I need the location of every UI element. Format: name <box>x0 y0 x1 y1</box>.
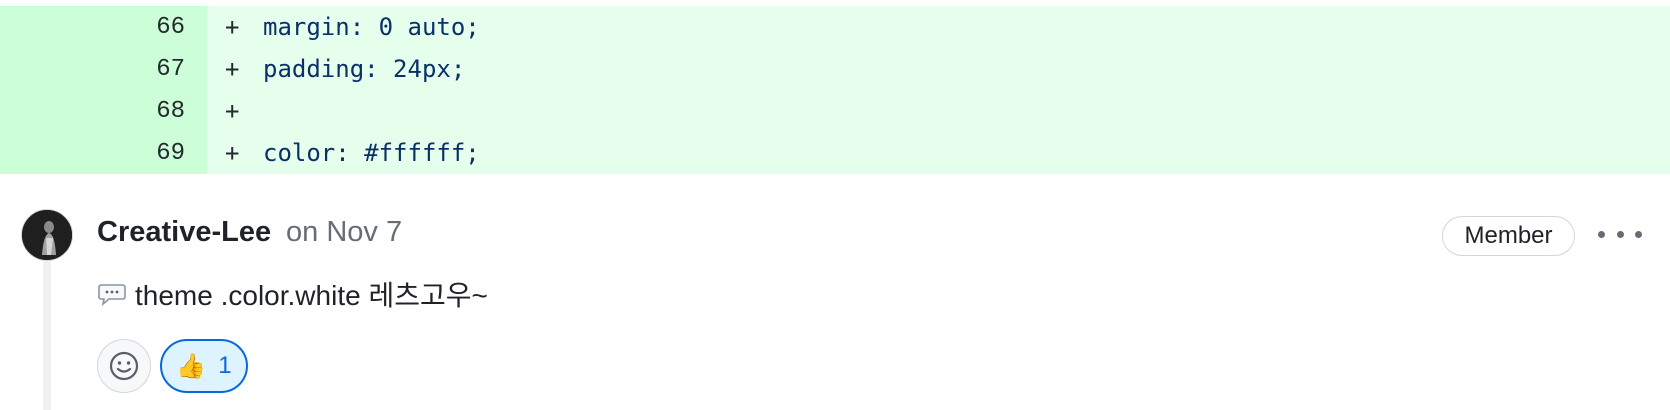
code-line: + padding: 24px; <box>207 48 1670 90</box>
added-marker: + <box>225 13 240 41</box>
line-number[interactable]: 69 <box>0 132 207 174</box>
speech-bubble-icon <box>98 284 126 307</box>
comment-date[interactable]: on Nov 7 <box>286 216 402 249</box>
dot <box>1616 230 1624 238</box>
line-number[interactable]: 66 <box>0 6 207 48</box>
diff-line: 66 + margin: 0 auto; <box>0 6 1670 48</box>
added-marker: + <box>225 55 240 83</box>
smiley-icon <box>109 351 139 381</box>
member-badge: Member <box>1442 216 1575 256</box>
code-text: margin: 0 auto; <box>263 13 480 41</box>
code-text: padding: 24px; <box>263 55 466 83</box>
code-text: color: #ffffff; <box>263 139 480 167</box>
code-line: + color: #ffffff; <box>207 132 1670 174</box>
avatar-image <box>22 210 72 260</box>
avatar[interactable] <box>21 209 73 261</box>
diff-line: 68 + <box>0 90 1670 132</box>
dot <box>1635 230 1642 238</box>
diff-line: 67 + padding: 24px; <box>0 48 1670 90</box>
comment-author[interactable]: Creative-Lee <box>97 216 271 249</box>
comment-text: theme .color.white 레츠고우~ <box>135 280 488 311</box>
kebab-menu-icon[interactable] <box>1598 222 1642 246</box>
diff-line: 69 + color: #ffffff; <box>0 132 1670 174</box>
line-number[interactable]: 68 <box>0 90 207 132</box>
code-line: + <box>207 90 1670 132</box>
line-number[interactable]: 67 <box>0 48 207 90</box>
thumbs-up-reaction-button[interactable]: 👍 1 <box>160 339 248 393</box>
added-marker: + <box>225 97 240 125</box>
add-reaction-button[interactable] <box>97 339 151 393</box>
code-line: + margin: 0 auto; <box>207 6 1670 48</box>
comment-body: theme .color.white 레츠고우~ <box>97 274 488 314</box>
diff-added-lines: 66 + margin: 0 auto; 67 + padding: 24px;… <box>0 6 1670 174</box>
dot <box>1598 230 1605 238</box>
thread-line <box>43 258 51 410</box>
reaction-count: 1 <box>218 352 232 379</box>
added-marker: + <box>225 139 240 167</box>
thumbs-up-icon: 👍 <box>176 352 207 380</box>
